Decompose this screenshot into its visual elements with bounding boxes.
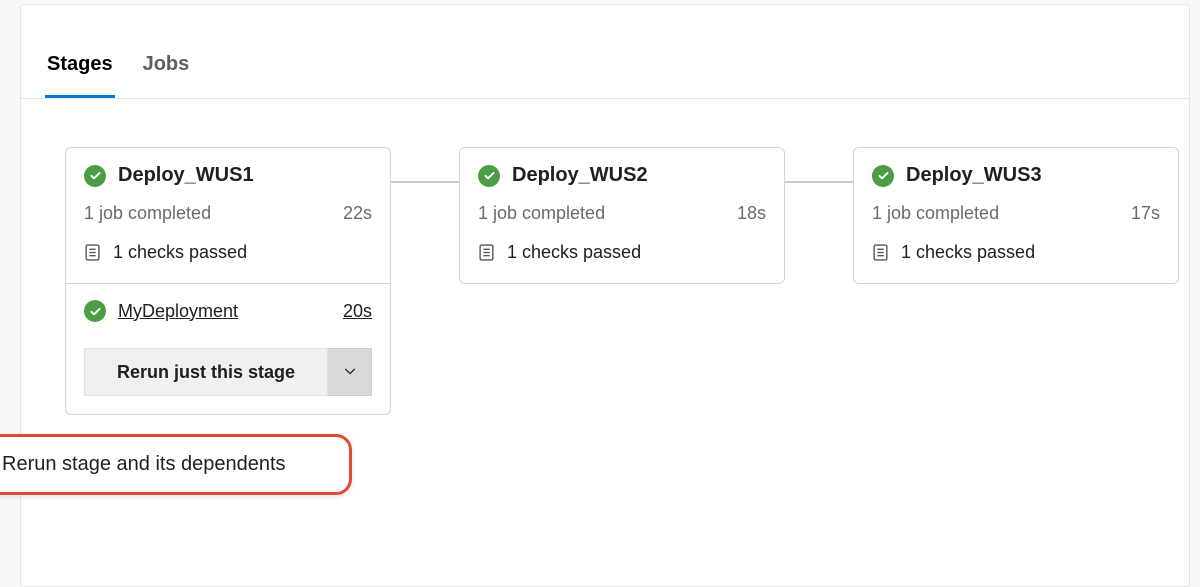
stage-header: Deploy_WUS2 [460, 148, 784, 199]
status-success-icon [84, 300, 106, 322]
stage-checks-text: 1 checks passed [507, 242, 641, 263]
stage-duration: 18s [737, 203, 766, 224]
rerun-dropdown-item[interactable]: Rerun stage and its dependents [0, 434, 352, 495]
stage-summary: 1 job completed 18s [460, 199, 784, 242]
job-name-link[interactable]: MyDeployment [118, 301, 331, 322]
stage-checks[interactable]: 1 checks passed [854, 242, 1178, 283]
stage-name: Deploy_WUS2 [512, 164, 648, 187]
stage-jobs-summary: 1 job completed [84, 203, 211, 224]
stage-jobs-summary: 1 job completed [872, 203, 999, 224]
stages-canvas: Deploy_WUS1 1 job completed 22s 1 checks… [21, 99, 1189, 463]
pipeline-container: Stages Jobs Deploy_WUS1 1 job completed … [20, 4, 1190, 587]
stage-card[interactable]: Deploy_WUS3 1 job completed 17s 1 checks… [853, 147, 1179, 284]
stage-connector [785, 181, 853, 183]
status-success-icon [478, 165, 500, 187]
stage-checks-text: 1 checks passed [113, 242, 247, 263]
stage-summary: 1 job completed 17s [854, 199, 1178, 242]
stage-checks[interactable]: 1 checks passed [460, 242, 784, 283]
rerun-dropdown-toggle[interactable] [328, 348, 372, 396]
stage-card[interactable]: Deploy_WUS1 1 job completed 22s 1 checks… [65, 147, 391, 415]
stage-connector [391, 181, 459, 183]
stage-header: Deploy_WUS1 [66, 148, 390, 199]
checklist-icon [478, 244, 495, 261]
tabs-bar: Stages Jobs [21, 5, 1189, 99]
stage-name: Deploy_WUS3 [906, 164, 1042, 187]
stage-duration: 17s [1131, 203, 1160, 224]
status-success-icon [84, 165, 106, 187]
rerun-stage-button[interactable]: Rerun just this stage [84, 348, 328, 396]
stages-row: Deploy_WUS1 1 job completed 22s 1 checks… [65, 147, 1145, 415]
stage-jobs-summary: 1 job completed [478, 203, 605, 224]
rerun-split-button: Rerun just this stage [84, 348, 372, 396]
checklist-icon [84, 244, 101, 261]
job-row: MyDeployment 20s [84, 300, 372, 322]
stage-job-panel: MyDeployment 20s Rerun just this stage [66, 283, 390, 414]
stage-card[interactable]: Deploy_WUS2 1 job completed 18s 1 checks… [459, 147, 785, 284]
stage-name: Deploy_WUS1 [118, 164, 254, 187]
tab-jobs[interactable]: Jobs [141, 43, 192, 98]
status-success-icon [872, 165, 894, 187]
chevron-down-icon [343, 364, 357, 381]
stage-header: Deploy_WUS3 [854, 148, 1178, 199]
checklist-icon [872, 244, 889, 261]
stage-checks-text: 1 checks passed [901, 242, 1035, 263]
stage-checks[interactable]: 1 checks passed [66, 242, 390, 283]
stage-duration: 22s [343, 203, 372, 224]
job-duration-link[interactable]: 20s [343, 301, 372, 322]
stage-summary: 1 job completed 22s [66, 199, 390, 242]
tab-stages[interactable]: Stages [45, 43, 115, 98]
